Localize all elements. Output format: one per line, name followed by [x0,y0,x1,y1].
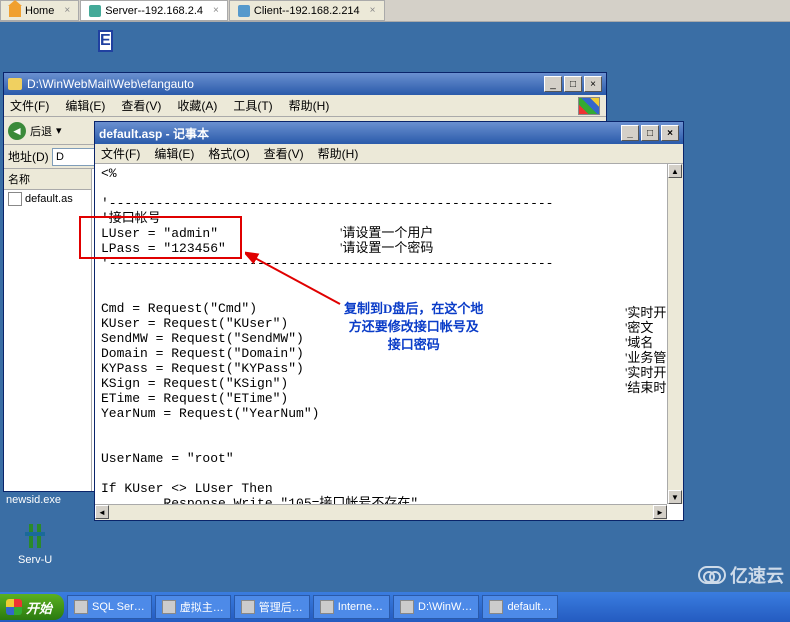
explorer-file-list: 名称 default.as [4,169,92,491]
tab-client-label: Client--192.168.2.214 [254,5,360,17]
file-icon [8,192,22,206]
address-label: 地址(D) [8,148,49,165]
watermark: 亿速云 [698,562,784,588]
app-icon [489,600,503,614]
client-icon [238,5,250,17]
file-item[interactable]: default.as [4,190,91,208]
tab-client[interactable]: Client--192.168.2.214 × [229,0,385,21]
scroll-right-icon[interactable]: ► [653,505,667,519]
windows-flag-icon [6,599,22,615]
menu-view[interactable]: 查看(V) [121,97,161,114]
close-button[interactable]: × [661,125,679,141]
explorer-titlebar[interactable]: D:\WinWebMail\Web\efangauto _ □ × [4,73,606,95]
menu-format[interactable]: 格式(O) [208,145,249,162]
close-button[interactable]: × [584,76,602,92]
tab-home-label: Home [25,5,54,17]
menu-fav[interactable]: 收藏(A) [177,97,217,114]
e-icon: E [98,30,113,52]
app-icon [241,600,255,614]
maximize-button[interactable]: □ [641,125,659,141]
vertical-scrollbar[interactable]: ▲ ▼ [667,164,683,504]
menu-help[interactable]: 帮助(H) [289,97,330,114]
menu-edit[interactable]: 编辑(E) [65,97,105,114]
app-icon [320,600,334,614]
code-comment-set-user: '请设置一个用户 '请设置一个密码 [340,225,433,255]
servu-icon [19,520,51,552]
close-icon[interactable]: × [370,5,376,16]
notepad-content: <% '------------------------------------… [95,164,683,513]
close-icon[interactable]: × [213,5,219,16]
icon-label: newsid.exe [6,494,61,506]
notepad-titlebar[interactable]: default.asp - 记事本 _ □ × [95,122,683,144]
taskbar-item[interactable]: 虚拟主… [155,595,231,619]
minimize-button[interactable]: _ [621,125,639,141]
minimize-button[interactable]: _ [544,76,562,92]
taskbar-item[interactable]: 管理后… [234,595,310,619]
menu-help[interactable]: 帮助(H) [318,145,359,162]
taskbar: 开始 SQL Ser… 虚拟主… 管理后… Interne… D:\WinW… … [0,592,790,622]
desktop-icon-servu[interactable]: Serv-U [18,520,52,566]
home-icon [9,5,21,17]
taskbar-item[interactable]: default… [482,595,558,619]
explorer-title-text: D:\WinWebMail\Web\efangauto [27,77,194,91]
tab-server[interactable]: Server--192.168.2.4 × [80,0,228,21]
app-icon [162,600,176,614]
back-icon[interactable]: ◄ [8,122,26,140]
tab-home[interactable]: Home × [0,0,79,21]
folder-icon [8,78,22,90]
taskbar-item[interactable]: D:\WinW… [393,595,479,619]
column-header-name[interactable]: 名称 [4,169,91,190]
scroll-left-icon[interactable]: ◄ [95,505,109,519]
menu-file[interactable]: 文件(F) [10,97,49,114]
server-icon [89,5,101,17]
maximize-button[interactable]: □ [564,76,582,92]
icon-label: Serv-U [18,554,52,566]
desktop-icon-e[interactable]: E [98,30,113,52]
menu-view[interactable]: 查看(V) [264,145,304,162]
menu-file[interactable]: 文件(F) [101,145,140,162]
watermark-icon [698,566,726,584]
code-comment-right: '实时开 '密文 '域名 '业务管 '实时开 '结束时 [625,305,666,395]
file-name: default.as [25,193,73,205]
notepad-text-area[interactable]: <% '------------------------------------… [95,164,683,520]
explorer-menu-bar: 文件(F) 编辑(E) 查看(V) 收藏(A) 工具(T) 帮助(H) [4,95,606,117]
horizontal-scrollbar[interactable]: ◄ ► [95,504,667,520]
notepad-window: default.asp - 记事本 _ □ × 文件(F) 编辑(E) 格式(O… [94,121,684,521]
tab-server-label: Server--192.168.2.4 [105,5,203,17]
scroll-down-icon[interactable]: ▼ [668,490,682,504]
start-label: 开始 [26,598,52,617]
notepad-menu-bar: 文件(F) 编辑(E) 格式(O) 查看(V) 帮助(H) [95,144,683,164]
menu-tools[interactable]: 工具(T) [233,97,272,114]
start-button[interactable]: 开始 [0,594,64,620]
close-icon[interactable]: × [64,5,70,16]
notepad-title-text: default.asp - 记事本 [99,125,209,142]
back-label[interactable]: 后退 [30,123,52,139]
browser-tab-strip: Home × Server--192.168.2.4 × Client--192… [0,0,790,22]
taskbar-item[interactable]: SQL Ser… [67,595,152,619]
menu-edit[interactable]: 编辑(E) [154,145,194,162]
app-icon [74,600,88,614]
dropdown-icon[interactable]: ▾ [56,124,62,137]
scroll-up-icon[interactable]: ▲ [668,164,682,178]
windows-flag-icon [578,97,600,115]
taskbar-item[interactable]: Interne… [313,595,390,619]
app-icon [400,600,414,614]
